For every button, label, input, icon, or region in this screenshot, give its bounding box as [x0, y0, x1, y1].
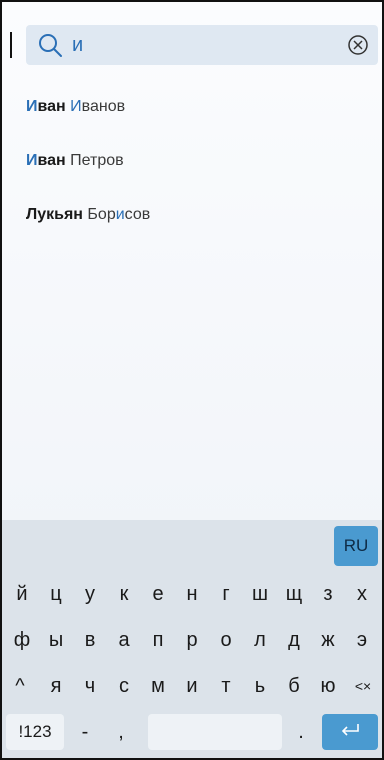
search-input[interactable]: [72, 29, 322, 61]
key-м[interactable]: м: [142, 668, 174, 704]
last-name: Петров: [70, 152, 124, 169]
key-л[interactable]: л: [244, 622, 276, 658]
key-ч[interactable]: ч: [74, 668, 106, 704]
key-row-3: ^ <× ячсмитьбю: [2, 668, 382, 704]
key-ь[interactable]: ь: [244, 668, 276, 704]
key-и[interactable]: и: [176, 668, 208, 704]
key-у[interactable]: у: [74, 576, 106, 612]
match-highlight: и: [115, 206, 125, 223]
key-я[interactable]: я: [40, 668, 72, 704]
language-switch-button[interactable]: RU: [334, 526, 378, 566]
first-name-rest: ван: [37, 98, 66, 115]
last-name-rest: ванов: [81, 98, 126, 115]
key-ф[interactable]: ф: [6, 622, 38, 658]
key-row-1: йцукенгшщзх: [2, 576, 382, 612]
results-list: Иван Иванов Иван Петров Лукьян Бор и сов: [2, 80, 382, 242]
list-item[interactable]: Иван Петров: [2, 134, 382, 188]
key-н[interactable]: н: [176, 576, 208, 612]
key-т[interactable]: т: [210, 668, 242, 704]
key-в[interactable]: в: [74, 622, 106, 658]
enter-key[interactable]: [322, 714, 378, 750]
key-ы[interactable]: ы: [40, 622, 72, 658]
match-highlight: И: [70, 98, 82, 115]
list-item[interactable]: Лукьян Бор и сов: [2, 188, 382, 242]
keyboard-toolbar: RU: [2, 520, 382, 570]
keyboard: RU йцукенгшщзх фывапролджэ ^ <× ячсмитьб…: [2, 520, 382, 758]
key-о[interactable]: о: [210, 622, 242, 658]
key-row-2: фывапролджэ: [2, 622, 382, 658]
key-б[interactable]: б: [278, 668, 310, 704]
key-е[interactable]: е: [142, 576, 174, 612]
backspace-key[interactable]: <×: [348, 668, 378, 704]
key-п[interactable]: п: [142, 622, 174, 658]
key-ц[interactable]: ц: [40, 576, 72, 612]
match-highlight: И: [26, 152, 38, 169]
key-ж[interactable]: ж: [312, 622, 344, 658]
key-й[interactable]: й: [6, 576, 38, 612]
search-box[interactable]: [26, 25, 378, 65]
list-item[interactable]: Иван Иванов: [2, 80, 382, 134]
shift-key[interactable]: ^: [6, 668, 34, 704]
key-а[interactable]: а: [108, 622, 140, 658]
key-д[interactable]: д: [278, 622, 310, 658]
last-name-post: сов: [124, 206, 151, 223]
search-icon: [38, 33, 64, 59]
space-key[interactable]: [148, 714, 282, 750]
numbers-key[interactable]: !123: [6, 714, 64, 750]
text-cursor: [10, 32, 12, 58]
key-щ[interactable]: щ: [278, 576, 310, 612]
key-row-4: !123 - , .: [2, 714, 382, 750]
key-з[interactable]: з: [312, 576, 344, 612]
match-highlight: И: [26, 98, 38, 115]
enter-icon: [339, 721, 361, 744]
key-к[interactable]: к: [108, 576, 140, 612]
key-г[interactable]: г: [210, 576, 242, 612]
key-ш[interactable]: ш: [244, 576, 276, 612]
key-р[interactable]: р: [176, 622, 208, 658]
key-с[interactable]: с: [108, 668, 140, 704]
clear-icon[interactable]: [346, 33, 370, 57]
comma-key[interactable]: ,: [106, 714, 136, 750]
dash-key[interactable]: -: [70, 714, 100, 750]
key-х[interactable]: х: [346, 576, 378, 612]
last-name-pre: Бор: [87, 206, 116, 223]
key-э[interactable]: э: [346, 622, 378, 658]
search-bar: [2, 16, 382, 72]
screen: Иван Иванов Иван Петров Лукьян Борисов R…: [0, 0, 384, 760]
first-name-rest: ван: [37, 152, 66, 169]
key-ю[interactable]: ю: [312, 668, 344, 704]
first-name: Лукьян: [26, 206, 83, 223]
dot-key[interactable]: .: [286, 714, 316, 750]
